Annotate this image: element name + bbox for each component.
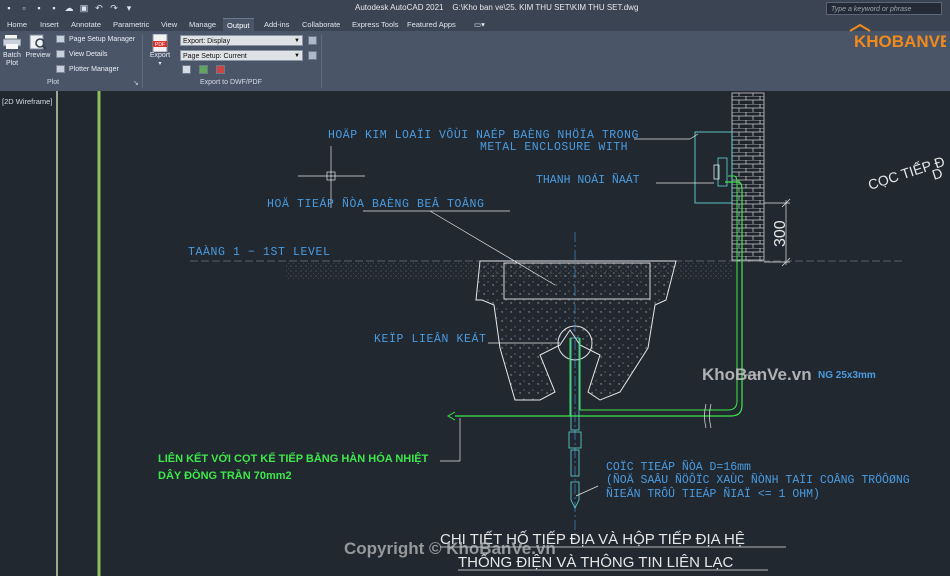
note-clamp: KEÏP LIEÂN KEÁT — [374, 332, 487, 346]
tab-home[interactable]: Home — [3, 18, 31, 31]
page-setup-value: Page Setup: Current — [183, 53, 247, 60]
batch-plot-label: Batch Plot — [3, 52, 21, 67]
svg-text:PDF: PDF — [155, 42, 165, 48]
tab-parametric[interactable]: Parametric — [109, 18, 153, 31]
page-setup-override-icon[interactable] — [308, 51, 317, 60]
file-path: G:\Kho ban ve\25. KIM THU SET\KIM THU SE… — [452, 3, 639, 12]
preview-export-icon[interactable] — [182, 65, 191, 74]
khobanve-logo: KHOBANVE — [846, 21, 950, 57]
page-setup-manager-label: Page Setup Manager — [69, 36, 136, 43]
level-label: TAÀNG 1 − 1ST LEVEL — [188, 245, 331, 259]
new-icon[interactable]: ▪ — [4, 3, 14, 13]
export-display-select[interactable]: Export: Display ▼ — [180, 35, 303, 46]
rod-note-2: (ÑOÄ SAÂU ÑÖÔÏC XAÙC ÑÒNH TAÏI COÂNG TRÖ… — [606, 473, 910, 487]
chevron-down-icon: ▼ — [294, 38, 300, 44]
export-dropdown-icon: ▾ — [158, 61, 162, 67]
svg-text:KHOBANVE: KHOBANVE — [854, 32, 946, 51]
copyright-watermark: Copyright © KhoBanVe.vn — [344, 539, 556, 558]
search-input[interactable]: Type a keyword or phrase — [826, 2, 942, 15]
view-details-label: View Details — [69, 51, 108, 58]
tab-add-ins[interactable]: Add-ins — [260, 18, 293, 31]
panel-launcher-icon[interactable]: ↘ — [133, 79, 139, 87]
preview-icon — [29, 34, 47, 50]
title-bar: ▪ ▫ ▪ ▪ ☁ ▣ ↶ ↷ ▾ Autodesk AutoCAD 2021 … — [0, 0, 950, 17]
export-button[interactable]: PDF Export ▾ — [147, 33, 173, 68]
tab-collaborate[interactable]: Collaborate — [298, 18, 344, 31]
watermark: KhoBanVe.vn — [702, 365, 812, 384]
page-setup-select[interactable]: Page Setup: Current ▼ — [180, 50, 303, 61]
ribbon: Batch Plot Preview Page Setup Manager Vi… — [0, 31, 950, 92]
tab-express-tools[interactable]: Express Tools — [348, 18, 403, 31]
metal-enclosure — [694, 131, 733, 204]
tab-insert[interactable]: Insert — [36, 18, 63, 31]
preview-label: Preview — [25, 52, 51, 59]
note-concrete-cover: HOÄ TIEÁP ÑÒA BAÈNG BEÂ TOÂNG — [267, 197, 485, 211]
redo-icon[interactable]: ↷ — [109, 3, 119, 13]
panel-separator — [321, 34, 322, 88]
batch-plot-icon — [2, 34, 22, 50]
rod-note-3: ÑIEÄN TRÔÛ TIEÁP ÑIAÏ <= 1 OHM) — [606, 487, 820, 501]
plotter-manager-icon — [56, 65, 65, 74]
tab-manage[interactable]: Manage — [185, 18, 220, 31]
preview-button[interactable]: Preview — [25, 34, 51, 60]
plot-panel-label[interactable]: Plot — [47, 79, 59, 86]
window-title: Autodesk AutoCAD 2021 G:\Kho ban ve\25. … — [355, 3, 638, 12]
export-panel-label[interactable]: Export to DWF/PDF — [200, 79, 262, 86]
ribbon-tabs: Home Insert Annotate Parametric View Man… — [0, 17, 950, 32]
note-enclosure-en: METAL ENCLOSURE WITH — [480, 141, 628, 154]
tab-featured-apps[interactable]: Featured Apps — [403, 18, 460, 31]
cable-note: DÂY ĐỒNG TRẦN 70mm2 — [158, 469, 292, 482]
panel-separator — [142, 34, 143, 88]
view-details-button[interactable]: View Details — [56, 49, 107, 61]
chevron-down-icon: ▼ — [294, 53, 300, 59]
undo-icon[interactable]: ↶ — [94, 3, 104, 13]
dropdown-icon[interactable]: ▾ — [124, 3, 134, 13]
batch-plot-button[interactable]: Batch Plot — [1, 34, 23, 68]
copper-tape-note: NG 25x3mm — [818, 370, 876, 381]
note-ground-bar: THANH NOÁI ÑAÁT — [536, 173, 640, 187]
save-icon[interactable]: ▪ — [34, 3, 44, 13]
quick-access-toolbar: ▪ ▫ ▪ ▪ ☁ ▣ ↶ ↷ ▾ — [4, 3, 134, 13]
concrete-pit — [475, 260, 677, 401]
app-name: Autodesk AutoCAD 2021 — [355, 3, 444, 12]
export-dwf-icon[interactable] — [199, 65, 208, 74]
tab-view[interactable]: View — [157, 18, 181, 31]
tab-overflow-icon[interactable]: ▭▾ — [470, 18, 490, 31]
plot-icon[interactable]: ▣ — [79, 3, 89, 13]
pdf-icon: PDF — [151, 33, 169, 53]
plotter-manager-button[interactable]: Plotter Manager — [56, 64, 119, 76]
plotter-manager-label: Plotter Manager — [69, 66, 119, 73]
dimension-label: 300 — [772, 220, 789, 247]
open-icon[interactable]: ▫ — [19, 3, 29, 13]
page-setup-manager-button[interactable]: Page Setup Manager — [56, 34, 135, 46]
tab-annotate[interactable]: Annotate — [67, 18, 105, 31]
export-label: Export — [149, 52, 171, 59]
tab-output[interactable]: Output — [223, 18, 254, 32]
cloud-icon[interactable]: ☁ — [64, 3, 74, 13]
leader-line — [689, 133, 699, 140]
rod-note-1: COÏC TIEÁP ÑÒA D=16mm — [606, 460, 751, 474]
save-as-icon[interactable]: ▪ — [49, 3, 59, 13]
export-display-value: Export: Display — [183, 38, 231, 45]
cad-drawing: 300 HOÄP KIM LOAÏI VÔÙI NAÉP BAÈNG NHÖÏA… — [56, 91, 947, 576]
export-pdf-icon[interactable] — [216, 65, 225, 74]
note-enclosure: HOÄP KIM LOAÏI VÔÙI NAÉP BAÈNG NHÖÏA TRO… — [328, 128, 639, 142]
page-setup-icon — [56, 35, 65, 44]
export-options-icon[interactable] — [308, 36, 317, 45]
drawing-canvas[interactable]: [2D Wireframe] 300 HOÄP KIM LOAÏI VÔÙI N… — [0, 91, 950, 576]
weld-note: LIÊN KẾT VỚI CỌT KẾ TIẾP BẰNG HÀN HÓA NH… — [158, 452, 429, 465]
arrow-head — [446, 411, 456, 421]
view-details-icon — [56, 50, 65, 59]
